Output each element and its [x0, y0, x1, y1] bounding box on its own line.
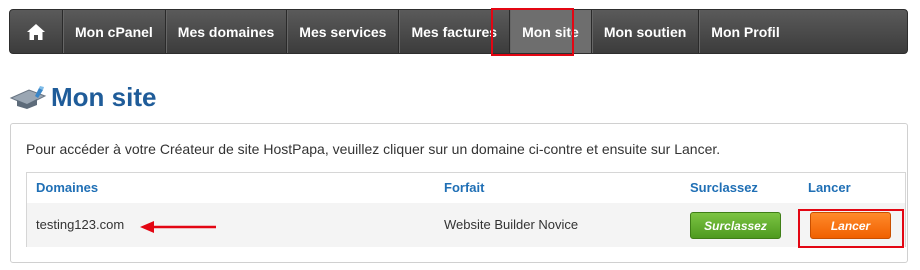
launch-button[interactable]: Lancer	[810, 212, 891, 239]
nav-item-site[interactable]: Mon site	[510, 10, 592, 53]
header-plan: Forfait	[444, 180, 485, 195]
plan-cell: Website Builder Novice	[444, 217, 579, 232]
site-panel: Pour accéder à votre Créateur de site Ho…	[10, 123, 908, 263]
nav-item-services[interactable]: Mes services	[287, 10, 400, 53]
header-upgrade: Surclassez	[690, 180, 758, 195]
mortarboard-icon	[9, 86, 47, 109]
nav-item-support[interactable]: Mon soutien	[592, 10, 700, 53]
main-navbar: Mon cPanel Mes domaines Mes services Mes…	[9, 9, 908, 54]
table-header: Domaines Forfait Surclassez Lancer	[27, 173, 905, 204]
nav-item-profile[interactable]: Mon Profil	[699, 10, 791, 53]
nav-item-invoices[interactable]: Mes factures	[399, 10, 511, 53]
header-domains: Domaines	[36, 180, 99, 195]
home-icon	[27, 23, 45, 40]
home-button[interactable]	[10, 10, 63, 53]
intro-text: Pour accéder à votre Créateur de site Ho…	[26, 141, 721, 157]
page-title: Mon site	[51, 81, 157, 112]
nav-item-cpanel[interactable]: Mon cPanel	[63, 10, 166, 53]
upgrade-button[interactable]: Surclassez	[690, 212, 781, 239]
title-row: Mon site	[9, 80, 156, 114]
nav-item-domains[interactable]: Mes domaines	[166, 10, 288, 53]
header-launch: Lancer	[808, 180, 851, 195]
left-arrow-icon	[140, 221, 216, 233]
domain-link[interactable]: testing123.com	[36, 217, 124, 232]
